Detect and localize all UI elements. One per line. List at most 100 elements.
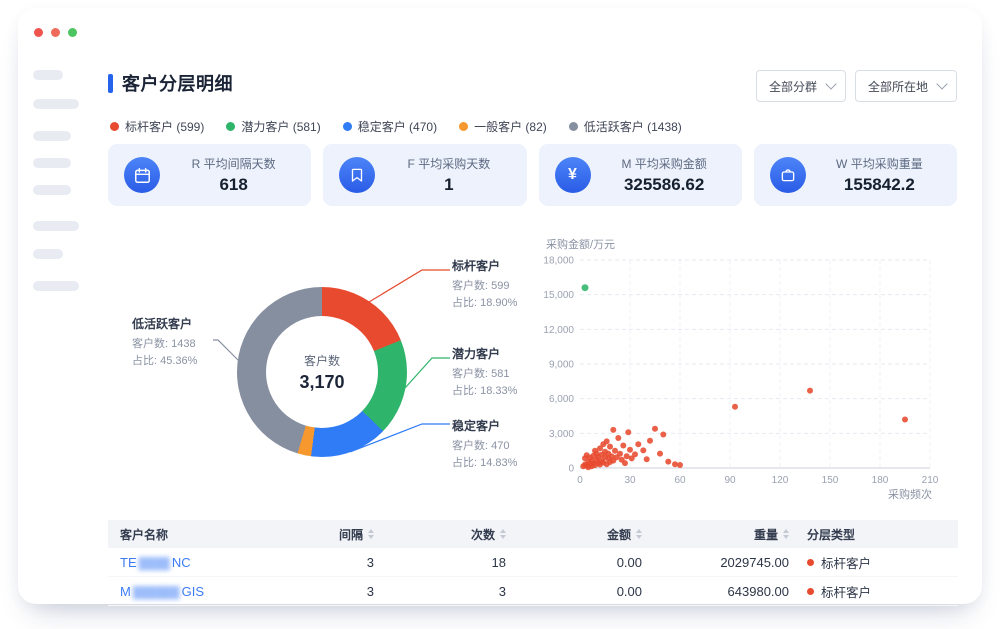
tier-cell: 标杆客户 <box>795 577 958 606</box>
svg-text:6,000: 6,000 <box>549 394 574 405</box>
window-controls <box>34 28 77 37</box>
legend-dot <box>343 122 352 131</box>
legend-label: 低活跃客户 (1438) <box>584 118 682 135</box>
svg-text:18,000: 18,000 <box>543 256 574 267</box>
legend-dot <box>569 122 578 131</box>
legend-label: 稳定客户 (470) <box>358 118 437 135</box>
table-row: M██████GIS 3 3 0.00 643980.00 标杆客户 <box>108 577 958 606</box>
svg-text:90: 90 <box>724 475 736 486</box>
tier-cell: 标杆客户 <box>795 548 958 577</box>
callout-inactive: 低活跃客户 客户数: 1438 占比: 45.36% <box>132 315 264 370</box>
tier-dot <box>807 559 814 566</box>
kpi-card-amount: ¥ M 平均采购金额 325586.62 <box>539 144 742 206</box>
svg-text:3,000: 3,000 <box>549 429 574 440</box>
svg-text:210: 210 <box>922 475 939 486</box>
legend-label: 标杆客户 (599) <box>125 118 204 135</box>
customer-name-link[interactable]: TE████NC <box>120 555 191 570</box>
svg-text:150: 150 <box>822 475 839 486</box>
column-header-weight[interactable]: 重量 <box>648 520 795 548</box>
kpi-card-weight: W 平均采购重量 155842.2 <box>754 144 957 206</box>
weight-icon <box>770 157 806 193</box>
kpi-row: R 平均间隔天数 618 F 平均采购天数 1 ¥ M 平均采购金额 32558… <box>108 144 957 206</box>
svg-text:180: 180 <box>872 475 889 486</box>
chevron-down-icon <box>825 78 836 89</box>
weight-cell: 2029745.00 <box>648 548 795 577</box>
weight-cell: 643980.00 <box>648 577 795 606</box>
sidebar-skeleton-bar <box>33 221 79 231</box>
column-header-name: 客户名称 <box>108 520 250 548</box>
calendar-icon <box>124 157 160 193</box>
group-filter-select[interactable]: 全部分群 <box>756 70 846 102</box>
minimize-button[interactable] <box>51 28 60 37</box>
donut-chart-panel: 客户数 3,170 标杆客户 客户数: 599 占比: 18.90% 潜力客户 … <box>100 233 580 523</box>
sidebar-skeleton-bar <box>33 99 79 109</box>
legend-dot <box>110 122 119 131</box>
filter-bar: 全部分群 全部所在地 <box>756 70 957 102</box>
svg-text:9,000: 9,000 <box>549 360 574 371</box>
legend-item-regular[interactable]: 一般客户 (82) <box>459 118 547 135</box>
donut-center-label: 客户数 <box>304 352 340 369</box>
svg-text:0: 0 <box>568 464 574 475</box>
sidebar-skeleton-bar <box>33 158 71 168</box>
page-title: 客户分层明细 <box>122 70 233 96</box>
sidebar-skeleton-bar <box>33 131 71 141</box>
location-filter-value: 全部所在地 <box>868 78 928 95</box>
svg-text:0: 0 <box>577 475 583 486</box>
column-header-tier: 分层类型 <box>795 520 958 548</box>
sidebar-skeleton-bar <box>33 185 71 195</box>
scatter-chart: 030609012015018021003,0006,0009,00012,00… <box>534 236 954 504</box>
kpi-label: W 平均采购重量 <box>818 155 941 172</box>
legend-item-inactive[interactable]: 低活跃客户 (1438) <box>569 118 682 135</box>
sort-icon[interactable] <box>500 529 506 539</box>
interval-cell: 3 <box>250 577 380 606</box>
maximize-button[interactable] <box>68 28 77 37</box>
group-filter-value: 全部分群 <box>769 78 817 95</box>
kpi-value: 325586.62 <box>603 175 726 195</box>
sort-icon[interactable] <box>368 529 374 539</box>
svg-text:30: 30 <box>624 475 636 486</box>
legend-item-stable[interactable]: 稳定客户 (470) <box>343 118 437 135</box>
svg-text:120: 120 <box>772 475 789 486</box>
legend-label: 一般客户 (82) <box>474 118 547 135</box>
amount-cell: 0.00 <box>512 577 648 606</box>
kpi-label: F 平均采购天数 <box>387 155 510 172</box>
app-window: 客户分层明细 全部分群 全部所在地 标杆客户 (599) 潜力客户 (581) … <box>18 8 982 604</box>
svg-text:采购金额/万元: 采购金额/万元 <box>546 237 615 251</box>
customer-name-cell: M██████GIS <box>108 577 250 606</box>
legend-item-benchmark[interactable]: 标杆客户 (599) <box>110 118 204 135</box>
kpi-value: 618 <box>172 175 295 195</box>
kpi-value: 155842.2 <box>818 175 941 195</box>
title-accent-bar <box>108 74 113 93</box>
column-header-interval[interactable]: 间隔 <box>250 520 380 548</box>
tier-dot <box>807 588 814 595</box>
segment-legend: 标杆客户 (599) 潜力客户 (581) 稳定客户 (470) 一般客户 (8… <box>110 118 682 135</box>
sidebar-skeleton-bar <box>33 281 79 291</box>
sidebar-skeleton-bar <box>33 249 63 259</box>
money-icon: ¥ <box>555 157 591 193</box>
sort-icon[interactable] <box>636 529 642 539</box>
kpi-card-frequency: F 平均采购天数 1 <box>323 144 526 206</box>
column-header-count[interactable]: 次数 <box>380 520 512 548</box>
close-button[interactable] <box>34 28 43 37</box>
legend-dot <box>459 122 468 131</box>
amount-cell: 0.00 <box>512 548 648 577</box>
kpi-label: R 平均间隔天数 <box>172 155 295 172</box>
legend-item-potential[interactable]: 潜力客户 (581) <box>226 118 320 135</box>
chevron-down-icon <box>936 78 947 89</box>
kpi-value: 1 <box>387 175 510 195</box>
svg-text:采购频次: 采购频次 <box>888 487 932 501</box>
bookmark-icon <box>339 157 375 193</box>
column-header-amount[interactable]: 金额 <box>512 520 648 548</box>
table-row: TE████NC 3 18 0.00 2029745.00 标杆客户 <box>108 548 958 577</box>
table-header-row: 客户名称 间隔 次数 金额 重量 <box>108 520 958 548</box>
page-header: 客户分层明细 <box>108 70 233 96</box>
legend-label: 潜力客户 (581) <box>241 118 320 135</box>
customer-name-link[interactable]: M██████GIS <box>120 584 204 599</box>
customer-table: 客户名称 间隔 次数 金额 重量 <box>108 520 958 606</box>
sort-icon[interactable] <box>783 529 789 539</box>
donut-chart: 客户数 3,170 <box>237 287 407 457</box>
kpi-card-interval: R 平均间隔天数 618 <box>108 144 311 206</box>
svg-text:60: 60 <box>674 475 686 486</box>
count-cell: 3 <box>380 577 512 606</box>
location-filter-select[interactable]: 全部所在地 <box>855 70 957 102</box>
